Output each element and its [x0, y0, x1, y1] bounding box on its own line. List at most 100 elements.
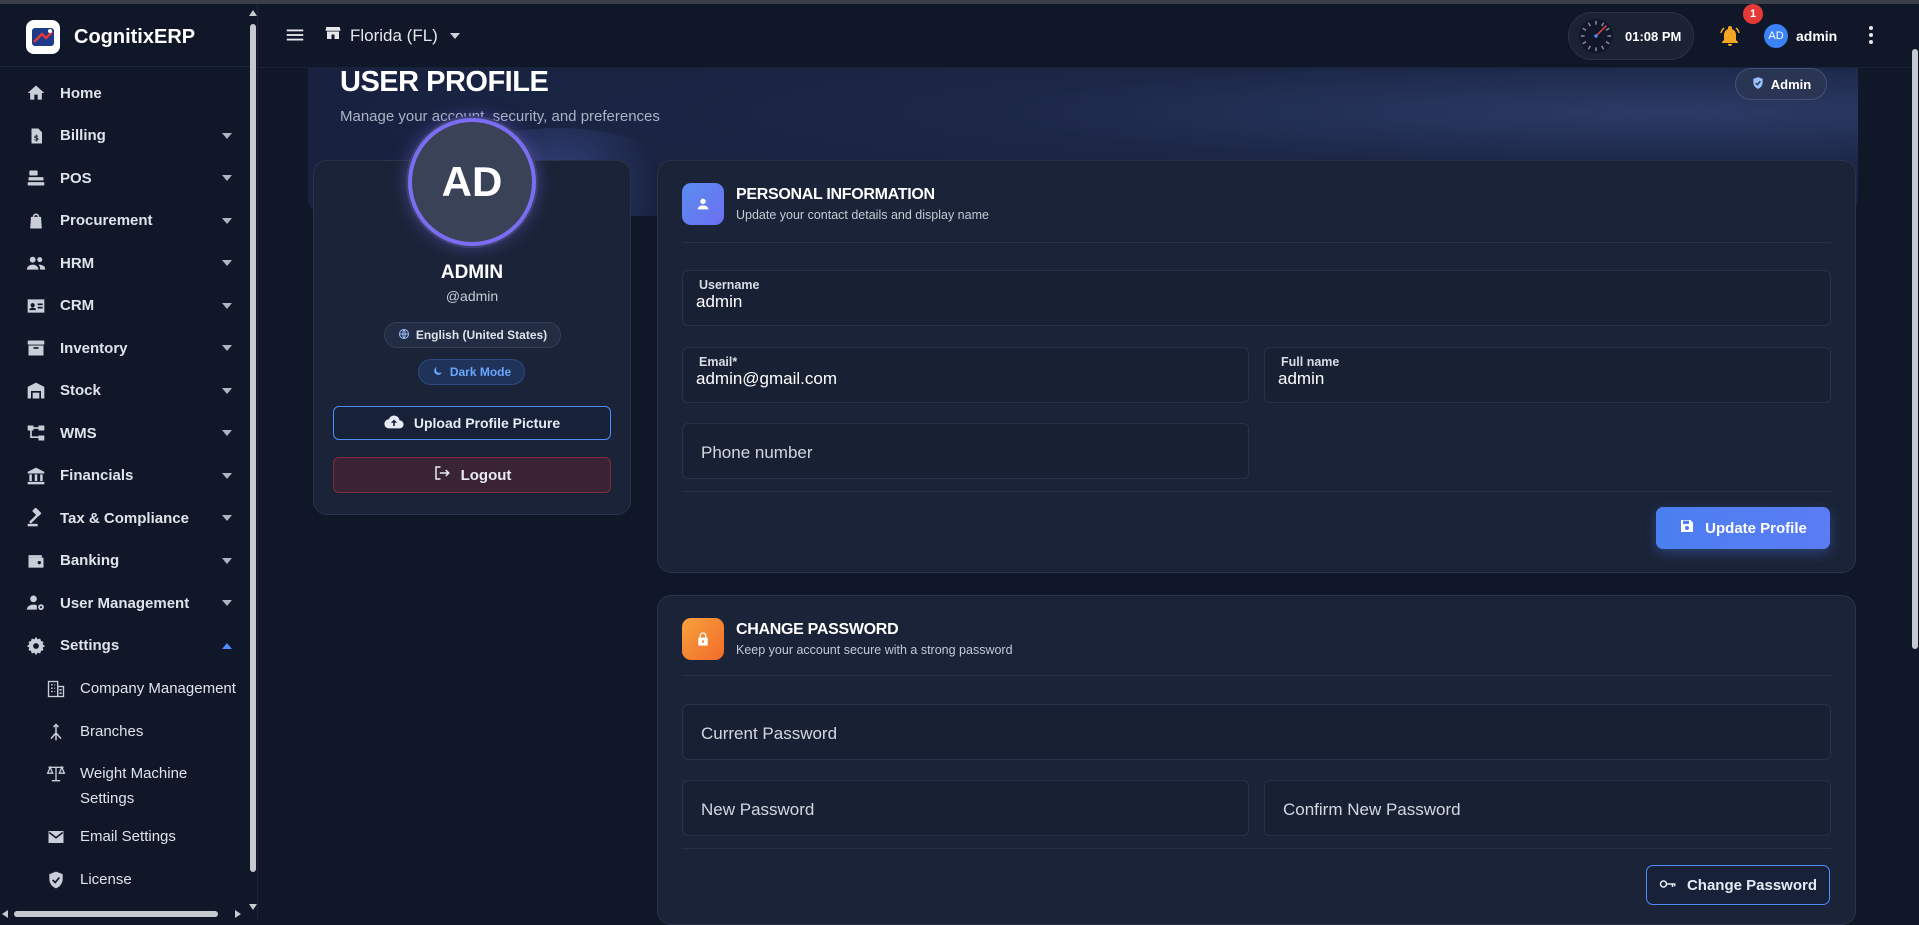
receipt-dollar-icon: $	[24, 124, 48, 148]
logout-label: Logout	[460, 466, 512, 484]
key-icon	[1659, 877, 1677, 894]
full-name-field[interactable]: Full name admin	[1264, 347, 1831, 403]
username-field[interactable]: Username admin	[682, 270, 1831, 326]
sidebar-subitem-label: License	[80, 870, 132, 888]
wallet-icon	[24, 549, 48, 573]
sidebar-item-inventory[interactable]: Inventory	[0, 327, 250, 370]
sidebar-item-hrm[interactable]: HRM	[0, 242, 250, 285]
store-selector[interactable]: Florida (FL)	[324, 24, 460, 47]
upload-profile-picture-button[interactable]: Upload Profile Picture	[333, 406, 611, 440]
sidebar-item-wms[interactable]: WMS	[0, 412, 250, 455]
contact-card-icon	[24, 294, 48, 318]
current-password-field[interactable]: Current Password	[682, 704, 1831, 760]
chevron-down-icon	[222, 387, 232, 394]
upload-label: Upload Profile Picture	[413, 415, 561, 431]
more-vertical-icon[interactable]	[1868, 26, 1874, 46]
person-icon	[682, 183, 724, 225]
user-gear-icon	[24, 591, 48, 615]
scrollbar-thumb[interactable]	[14, 911, 218, 917]
chevron-down-icon	[449, 32, 460, 39]
chevron-down-icon	[222, 472, 232, 479]
sidebar-item-settings[interactable]: Settings	[0, 625, 250, 668]
sidebar-item-financials[interactable]: Financials	[0, 455, 250, 498]
sidebar-item-label: POS	[60, 169, 92, 187]
sidebar-item-procurement[interactable]: Procurement	[0, 200, 250, 243]
divider	[682, 491, 1831, 492]
phone-number-placeholder: Phone number	[701, 443, 813, 462]
sidebar-item-label: Tax & Compliance	[60, 509, 189, 527]
sidebar-subitem-label: Company Management	[80, 680, 236, 697]
sidebar-item-label: Settings	[60, 637, 120, 655]
cash-register-icon	[24, 166, 48, 190]
scroll-left-arrow-icon[interactable]	[2, 910, 8, 918]
language-chip[interactable]: English (United States)	[384, 322, 561, 348]
user-menu[interactable]: AD admin	[1764, 24, 1837, 48]
cloud-upload-icon	[384, 414, 404, 433]
email-label: Email*	[699, 355, 738, 369]
card-title: CHANGE PASSWORD	[736, 621, 899, 638]
shield-check-icon	[1751, 76, 1765, 93]
new-password-field[interactable]: New Password	[682, 780, 1249, 836]
language-label: English (United States)	[415, 328, 548, 342]
confirm-password-field[interactable]: Confirm New Password	[1264, 780, 1831, 836]
sidebar-item-banking[interactable]: Banking	[0, 540, 250, 583]
store-name: Florida (FL)	[350, 25, 438, 45]
sidebar-item-label: Financials	[60, 467, 134, 485]
page-subtitle: Manage your account, security, and prefe…	[340, 108, 660, 125]
scroll-right-arrow-icon[interactable]	[235, 910, 241, 918]
fork-icon	[44, 720, 68, 744]
sidebar-item-crm[interactable]: CRM	[0, 285, 250, 328]
sidebar-vertical-scrollbar[interactable]	[249, 10, 257, 915]
gavel-icon	[24, 506, 48, 530]
profile-name: ADMIN	[440, 262, 504, 283]
sidebar-item-label: Banking	[60, 552, 120, 570]
warehouse-icon	[24, 379, 48, 403]
username-label: Username	[699, 278, 760, 292]
sidebar-subitem-license[interactable]: License	[0, 858, 250, 901]
hierarchy-icon	[24, 421, 48, 445]
chevron-down-icon	[222, 345, 232, 351]
sidebar-item-billing[interactable]: $ Billing	[0, 115, 250, 158]
notification-bell-icon[interactable]	[1718, 24, 1742, 48]
sidebar-item-stock[interactable]: Stock	[0, 370, 250, 413]
sidebar-item-home[interactable]: Home	[0, 72, 250, 115]
logout-button[interactable]: Logout	[333, 457, 611, 493]
confirm-password-placeholder: Confirm New Password	[1283, 800, 1461, 819]
sidebar-subitem-weight-machine-settings[interactable]: Weight Machine Settings	[0, 752, 250, 815]
sidebar-item-tax-compliance[interactable]: Tax & Compliance	[0, 497, 250, 540]
sidebar-item-label: WMS	[60, 424, 97, 442]
card-title: PERSONAL INFORMATION	[736, 186, 935, 203]
sidebar-item-label: HRM	[60, 254, 95, 272]
page-title: USER PROFILE	[340, 66, 549, 98]
scroll-down-arrow-icon[interactable]	[249, 904, 257, 910]
sidebar-subitem-email-settings[interactable]: Email Settings	[0, 815, 250, 858]
clock-dial-icon	[1578, 18, 1614, 54]
update-profile-button[interactable]: Update Profile	[1656, 507, 1830, 549]
divider	[682, 675, 1831, 676]
scrollbar-thumb[interactable]	[250, 24, 256, 872]
hamburger-menu-icon[interactable]	[284, 24, 306, 46]
sidebar-item-pos[interactable]: POS	[0, 157, 250, 200]
chevron-down-icon	[222, 515, 232, 521]
app-logo-icon	[26, 20, 60, 54]
chevron-down-icon	[222, 175, 232, 181]
email-value: admin@gmail.com	[696, 369, 838, 388]
scroll-up-arrow-icon[interactable]	[249, 10, 257, 16]
chevron-down-icon	[222, 302, 232, 309]
inventory-box-icon	[24, 336, 48, 360]
theme-chip[interactable]: Dark Mode	[418, 359, 525, 385]
sidebar-horizontal-scrollbar[interactable]	[0, 908, 250, 919]
theme-label: Dark Mode	[449, 365, 512, 379]
sidebar-subitem-branches[interactable]: Branches	[0, 710, 250, 753]
brand[interactable]: CognitixERP	[26, 20, 195, 54]
sidebar-subitem-company-management[interactable]: Company Management	[0, 667, 250, 710]
email-field[interactable]: Email* admin@gmail.com	[682, 347, 1249, 403]
chevron-down-icon	[222, 430, 232, 436]
phone-number-field[interactable]: Phone number	[682, 423, 1249, 479]
scrollbar-thumb[interactable]	[1912, 49, 1918, 649]
sidebar-item-label: User Management	[60, 594, 190, 612]
page-vertical-scrollbar[interactable]	[1911, 4, 1919, 919]
full-name-value: admin	[1278, 369, 1325, 388]
change-password-button[interactable]: Change Password	[1646, 865, 1830, 905]
sidebar-item-user-management[interactable]: User Management	[0, 582, 250, 625]
